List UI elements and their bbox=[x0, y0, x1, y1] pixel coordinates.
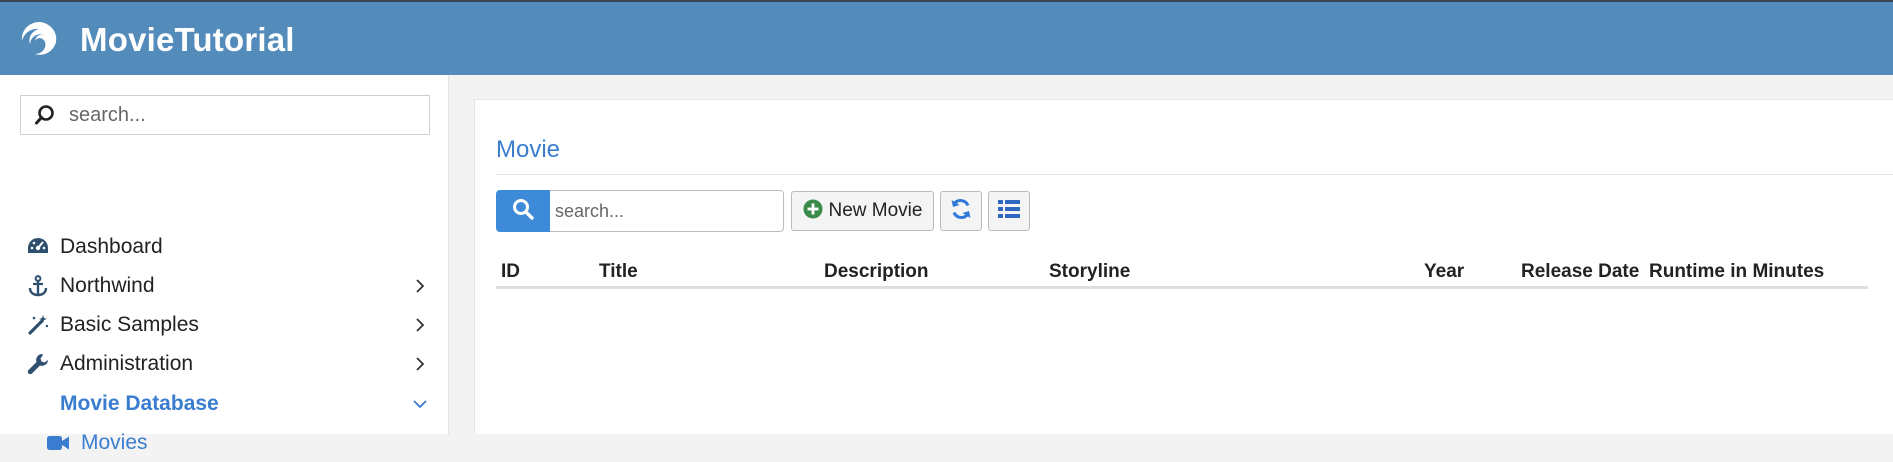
search-icon bbox=[21, 96, 69, 134]
top-navbar: MovieTutorial bbox=[0, 0, 1893, 75]
sidebar-item-label: Basic Samples bbox=[60, 313, 199, 336]
chevron-right-icon bbox=[412, 278, 428, 294]
chevron-down-icon bbox=[412, 396, 428, 412]
sidebar-item-label: Northwind bbox=[60, 274, 155, 297]
magic-wand-icon bbox=[26, 313, 50, 337]
serenity-logo-icon[interactable] bbox=[18, 19, 62, 61]
page-title: Movie bbox=[496, 136, 561, 163]
sidebar-search bbox=[20, 95, 430, 135]
search-icon bbox=[511, 197, 535, 226]
sidebar-item-dashboard[interactable]: Dashboard bbox=[0, 228, 448, 266]
column-header-title[interactable]: Title bbox=[599, 261, 638, 283]
video-camera-icon bbox=[46, 431, 70, 455]
new-movie-label: New Movie bbox=[828, 200, 923, 221]
grid-header: ID Title Description Storyline Year Rele… bbox=[496, 255, 1868, 289]
app-title[interactable]: MovieTutorial bbox=[80, 21, 295, 59]
sidebar-item-label: Administration bbox=[60, 352, 194, 375]
column-header-year[interactable]: Year bbox=[1424, 261, 1464, 283]
sidebar-item-administration[interactable]: Administration bbox=[0, 345, 448, 383]
column-header-runtime[interactable]: Runtime in Minutes bbox=[1649, 261, 1824, 283]
new-movie-button[interactable]: New Movie bbox=[791, 191, 934, 231]
column-header-id[interactable]: ID bbox=[501, 261, 520, 283]
sidebar-item-basic-samples[interactable]: Basic Samples bbox=[0, 306, 448, 344]
grid-toolbar: New Movie bbox=[496, 190, 1030, 232]
quick-search-button[interactable] bbox=[496, 190, 550, 232]
title-divider bbox=[496, 174, 1893, 175]
chevron-right-icon bbox=[412, 317, 428, 333]
sidebar-item-movies[interactable]: Movies bbox=[0, 424, 448, 462]
quick-search bbox=[496, 190, 784, 232]
chevron-right-icon bbox=[412, 356, 428, 372]
anchor-icon bbox=[26, 274, 50, 298]
sidebar-item-label: Movies bbox=[81, 431, 148, 454]
wrench-icon bbox=[26, 352, 50, 376]
refresh-icon bbox=[949, 197, 973, 226]
sidebar-item-movie-database[interactable]: Movie Database bbox=[0, 385, 448, 423]
column-picker-button[interactable] bbox=[988, 191, 1030, 231]
sidebar: Dashboard Northwind Basic Samples Admini… bbox=[0, 75, 449, 454]
sidebar-item-label: Movie Database bbox=[60, 392, 219, 415]
column-header-storyline[interactable]: Storyline bbox=[1049, 261, 1130, 283]
sidebar-item-northwind[interactable]: Northwind bbox=[0, 267, 448, 305]
column-header-release-date[interactable]: Release Date bbox=[1521, 261, 1639, 283]
dashboard-icon bbox=[26, 235, 50, 259]
sidebar-search-input[interactable] bbox=[69, 103, 409, 127]
plus-circle-icon bbox=[803, 199, 823, 224]
column-header-description[interactable]: Description bbox=[824, 261, 929, 283]
list-icon bbox=[997, 199, 1021, 224]
movie-grid-panel: Movie New Movie bbox=[474, 99, 1893, 434]
sidebar-item-label: Dashboard bbox=[60, 235, 163, 258]
refresh-button[interactable] bbox=[940, 191, 982, 231]
quick-search-input[interactable] bbox=[550, 190, 784, 232]
